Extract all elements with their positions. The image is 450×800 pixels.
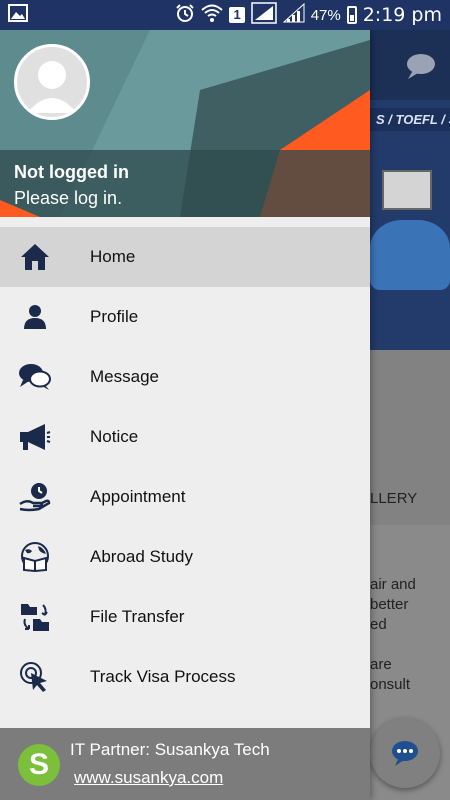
menu-label: Home (90, 247, 136, 266)
background-toolbar (370, 30, 450, 100)
wifi-icon (201, 3, 224, 27)
menu-item-abroad-study[interactable]: Abroad Study (0, 527, 370, 587)
text-line: better (370, 596, 409, 613)
menu-item-home[interactable]: Home (0, 227, 370, 287)
megaphone-icon (18, 420, 52, 454)
text-line: ed (370, 616, 387, 633)
battery-icon (346, 6, 357, 24)
drawer-footer: S IT Partner: Susankya Tech www.susankya… (0, 728, 370, 800)
globe-book-icon (18, 540, 52, 574)
partner-text: IT Partner: Susankya Tech (70, 740, 270, 759)
sim-badge: 1 (229, 7, 245, 23)
alarm-icon (175, 3, 195, 27)
chat-icon[interactable] (402, 52, 436, 87)
menu-label: File Transfer (90, 607, 185, 626)
appointment-icon (18, 480, 52, 514)
background-banner: S / TOEFL / SAT (370, 100, 450, 350)
text-line: onsult (370, 676, 411, 693)
battery-percent: 47% (310, 6, 341, 24)
menu-item-profile[interactable]: Profile (0, 287, 370, 347)
login-prompt[interactable]: Please log in. (14, 188, 122, 209)
gallery-label: LLERY (370, 490, 418, 507)
partner-logo: S (18, 744, 60, 786)
menu-item-notice[interactable]: Notice (0, 407, 370, 467)
folder-transfer-icon (18, 600, 52, 634)
signal-icon (250, 2, 277, 28)
user-name: Not logged in (14, 162, 129, 182)
partner-link[interactable]: www.susankya.com (74, 768, 223, 788)
background-section: LLERY (370, 350, 450, 525)
drawer-menu: Home Profile Message Notice Appointment (0, 227, 370, 707)
menu-item-message[interactable]: Message (0, 347, 370, 407)
menu-label: Track Visa Process (90, 667, 236, 686)
signal-icon-2 (282, 2, 305, 27)
text-line: air and (370, 576, 416, 593)
home-icon (18, 240, 52, 274)
cursor-click-icon (18, 660, 52, 694)
status-bar: 1 47% 2:19 pm (0, 0, 450, 30)
menu-label: Profile (90, 307, 139, 326)
avatar[interactable] (14, 44, 90, 120)
text-line: are (370, 656, 392, 673)
menu-label: Message (90, 367, 159, 386)
menu-item-appointment[interactable]: Appointment (0, 467, 370, 527)
banner-board (382, 170, 432, 210)
menu-item-file-transfer[interactable]: File Transfer (0, 587, 370, 647)
chat-icon (18, 360, 52, 394)
menu-item-track-visa[interactable]: Track Visa Process (0, 647, 370, 707)
gallery-icon (8, 4, 28, 26)
menu-label: Abroad Study (90, 547, 194, 566)
text-line (370, 635, 450, 655)
drawer-header: Not logged in Please log in. (0, 30, 370, 217)
menu-label: Notice (90, 427, 139, 446)
background-app: S / TOEFL / SAT LLERY air and better ed … (370, 30, 450, 800)
menu-label: Appointment (90, 487, 186, 506)
banner-tests: S / TOEFL / SAT (370, 108, 450, 131)
navigation-drawer: Not logged in Please log in. Home Profil… (0, 30, 370, 800)
banner-people (370, 220, 450, 290)
person-icon (18, 300, 52, 334)
clock: 2:19 pm (362, 4, 442, 26)
chat-fab[interactable] (370, 718, 440, 788)
